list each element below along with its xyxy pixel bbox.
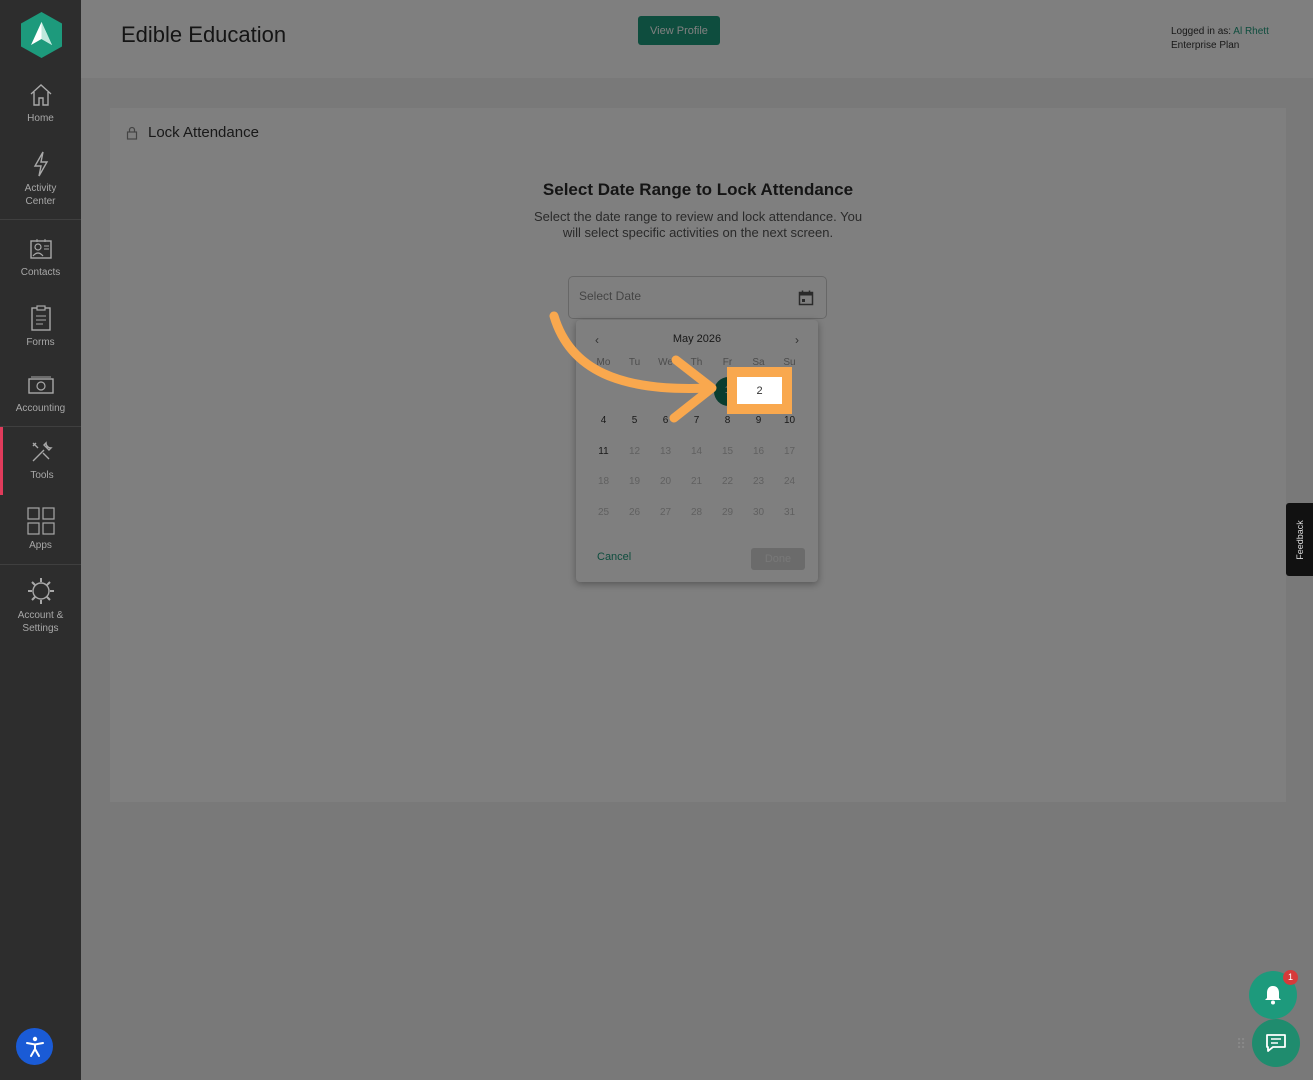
sidebar-item-label: Home xyxy=(27,113,54,124)
sidebar-item-accounting[interactable]: Accounting xyxy=(0,374,81,415)
sidebar-item-label: Contacts xyxy=(20,267,61,278)
sidebar-item-label: Tools xyxy=(30,470,54,481)
contacts-icon xyxy=(29,239,52,259)
sidebar-item-home[interactable]: Home xyxy=(0,82,81,125)
sidebar-item-tools[interactable]: Tools xyxy=(0,427,81,495)
feedback-label: Feedback xyxy=(1294,519,1305,560)
apps-grid-icon xyxy=(26,507,55,535)
tools-icon xyxy=(32,441,53,462)
drag-handle-icon[interactable]: ⠿ xyxy=(1236,1036,1246,1053)
lightning-icon xyxy=(33,151,48,177)
tutorial-arrow-icon xyxy=(549,311,717,423)
tutorial-overlay xyxy=(81,0,1313,1080)
highlighted-day-2[interactable]: 2 xyxy=(727,367,792,414)
sidebar-item-label: Forms xyxy=(26,337,55,348)
sidebar-item-account-settings[interactable]: Account & Settings xyxy=(0,577,81,635)
sidebar-item-label: Activity Center xyxy=(24,183,57,207)
accessibility-button[interactable] xyxy=(16,1028,53,1065)
bell-icon xyxy=(1265,986,1281,1005)
sidebar-item-activity-center[interactable]: Activity Center xyxy=(0,150,81,208)
home-icon xyxy=(30,84,51,106)
sidebar-item-forms[interactable]: Forms xyxy=(0,304,81,349)
chat-icon xyxy=(1266,1034,1286,1052)
sidebar-divider xyxy=(0,564,81,565)
highlighted-day-label: 2 xyxy=(756,384,763,397)
accessibility-icon xyxy=(25,1036,44,1057)
money-icon xyxy=(27,376,54,394)
gear-icon xyxy=(27,578,54,604)
chat-button[interactable] xyxy=(1252,1019,1300,1067)
sidebar-item-apps[interactable]: Apps xyxy=(0,507,81,552)
feedback-tab[interactable]: Feedback xyxy=(1286,503,1313,576)
sidebar-divider xyxy=(0,219,81,220)
sidebar: Home Activity Center Contacts Forms Acco… xyxy=(0,0,81,1080)
app-logo[interactable] xyxy=(21,12,62,58)
sidebar-item-label: Apps xyxy=(29,540,52,551)
sidebar-item-label: Account & Settings xyxy=(17,610,64,634)
sidebar-item-contacts[interactable]: Contacts xyxy=(0,236,81,279)
notification-badge: 1 xyxy=(1283,970,1298,985)
sidebar-item-label: Accounting xyxy=(15,403,66,414)
clipboard-icon xyxy=(30,305,51,331)
